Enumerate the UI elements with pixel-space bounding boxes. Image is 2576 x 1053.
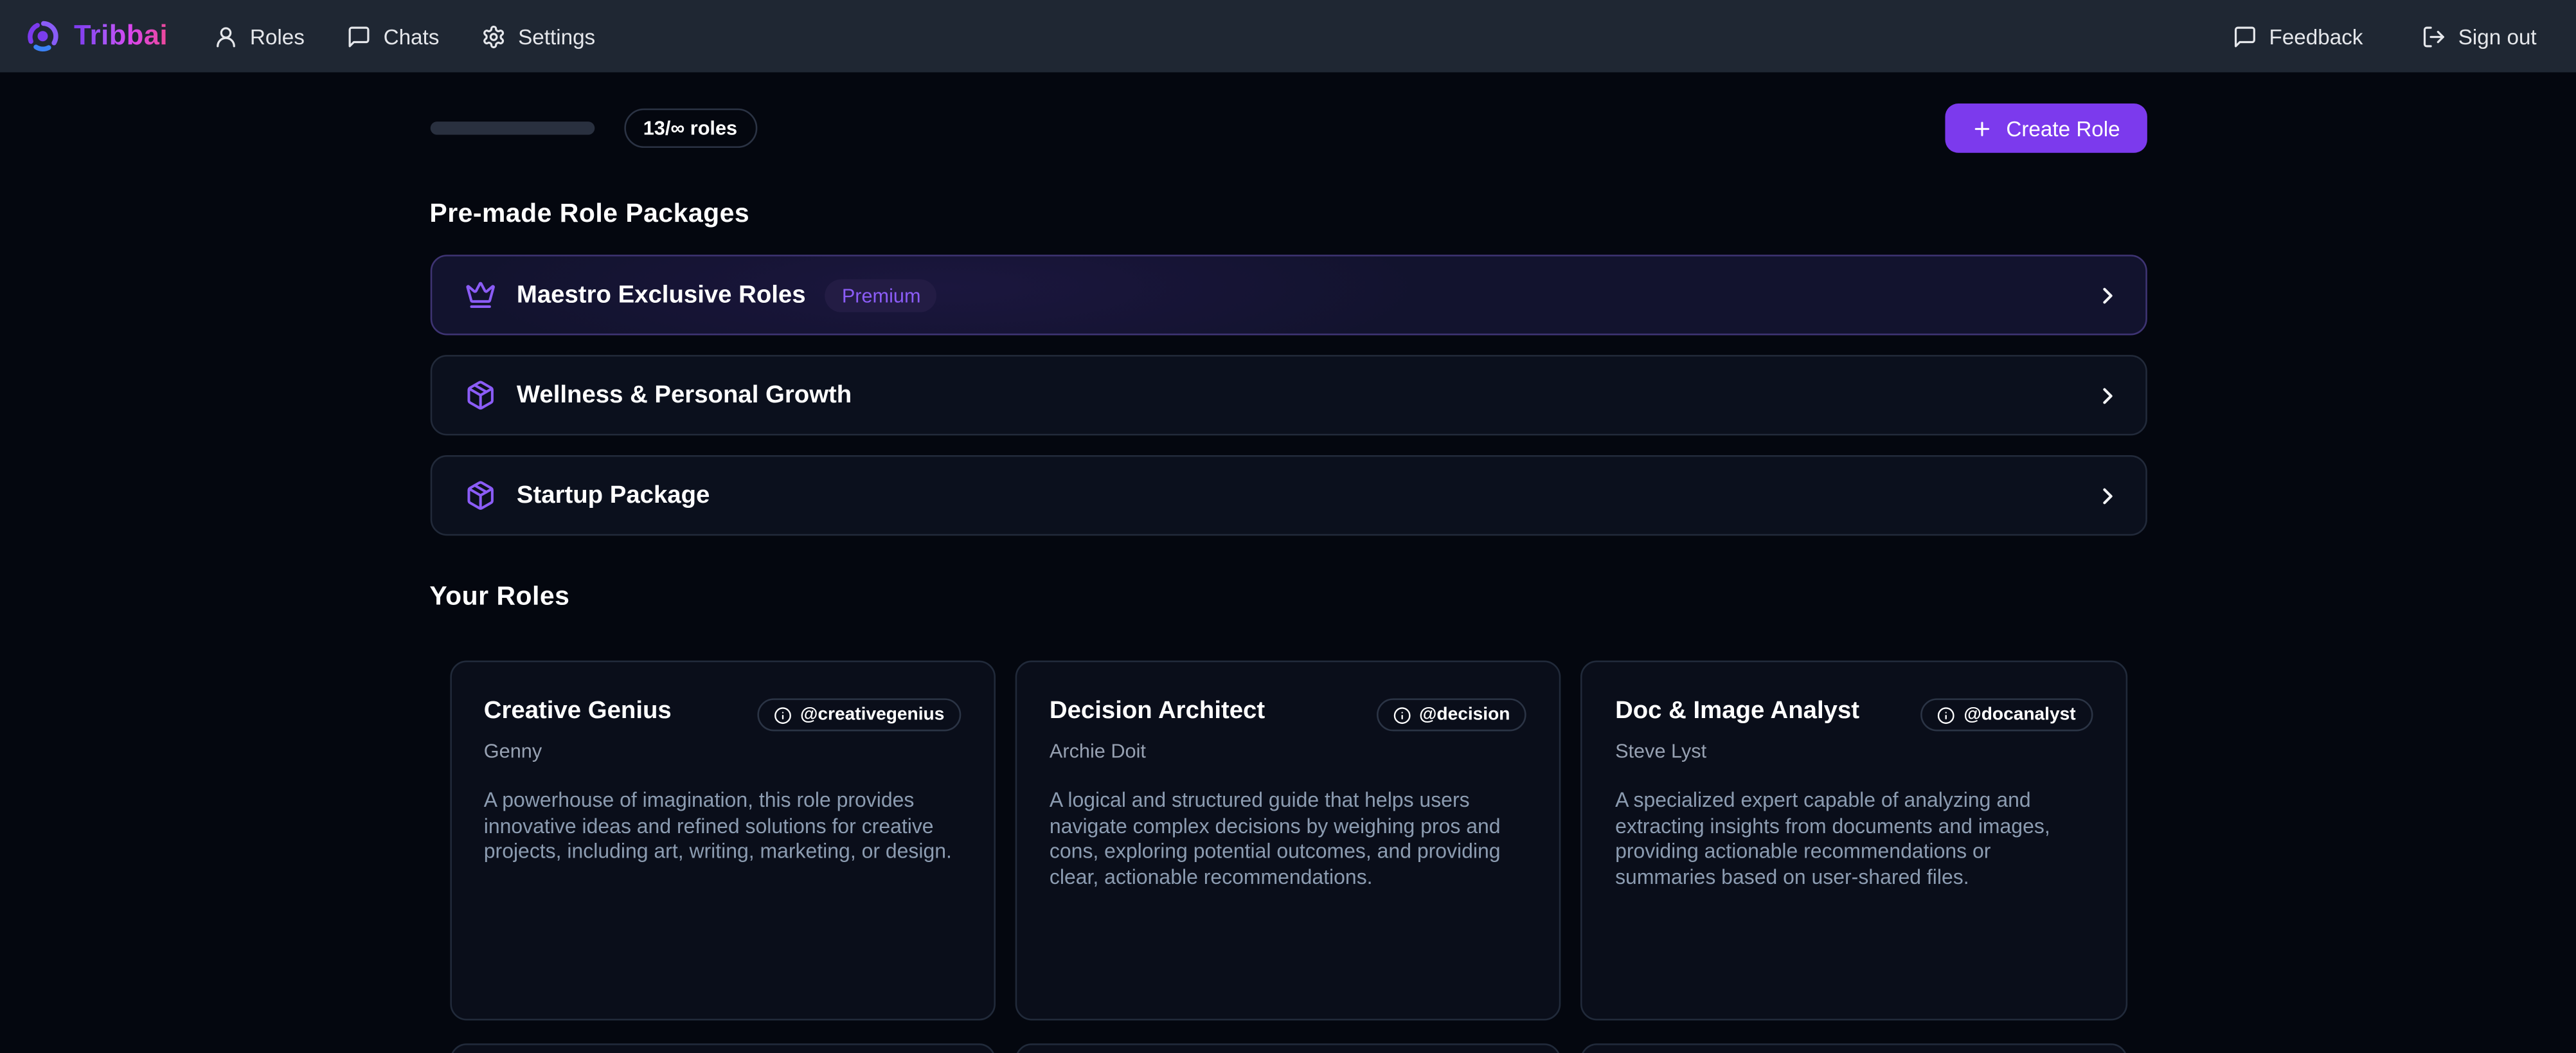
card-head: Creative Genius @creativegenius — [484, 697, 961, 732]
role-handle: @creativegenius — [800, 705, 944, 725]
main-content: 13/∞ roles Create Role Pre-made Role Pac… — [429, 104, 2146, 1053]
package-name: Maestro Exclusive Roles — [517, 281, 806, 309]
main-nav: Roles Chats Settings — [214, 24, 596, 48]
role-card-description: A specialized expert capable of analyzin… — [1615, 789, 2092, 891]
role-card-stub[interactable] — [449, 1043, 995, 1053]
nav-item-label: Settings — [518, 24, 595, 48]
chat-icon — [347, 24, 371, 48]
role-card-stub[interactable] — [1580, 1043, 2127, 1053]
chevron-right-icon — [2094, 382, 2120, 408]
package-row-maestro[interactable]: Maestro Exclusive Roles Premium — [429, 255, 2146, 335]
package-row-wellness[interactable]: Wellness & Personal Growth — [429, 355, 2146, 435]
roles-toolbar: 13/∞ roles Create Role — [429, 104, 2146, 153]
package-icon — [464, 480, 496, 511]
top-nav-bar: Tribbai Roles Chats Settings — [0, 0, 2576, 72]
role-card-decision-architect[interactable]: Decision Architect @decision Archie Doit… — [1015, 661, 1561, 1021]
brand-logo[interactable]: Tribbai — [24, 18, 168, 54]
premium-badge: Premium — [825, 278, 937, 311]
nav-item-roles[interactable]: Roles — [214, 24, 305, 48]
role-handle-badge[interactable]: @docanalyst — [1921, 698, 2092, 731]
feedback-button[interactable]: Feedback — [2233, 24, 2363, 48]
info-icon — [1393, 706, 1411, 724]
role-card-subtitle: Genny — [484, 739, 961, 762]
role-card-doc-image-analyst[interactable]: Doc & Image Analyst @docanalyst Steve Ly… — [1580, 661, 2127, 1021]
nav-item-label: Chats — [384, 24, 440, 48]
roles-count-badge: 13/∞ roles — [623, 109, 757, 148]
role-handle: @docanalyst — [1963, 705, 2075, 725]
info-icon — [774, 706, 792, 724]
package-list: Maestro Exclusive Roles Premium Wellness… — [429, 255, 2146, 536]
plus-icon — [1972, 118, 1993, 139]
sign-out-button[interactable]: Sign out — [2422, 24, 2536, 48]
role-card-stub[interactable] — [1015, 1043, 1561, 1053]
role-card-title: Doc & Image Analyst — [1615, 697, 1859, 724]
package-name: Startup Package — [517, 482, 710, 509]
role-cards-grid: Creative Genius @creativegenius Genny A … — [429, 661, 2146, 1053]
role-card-subtitle: Archie Doit — [1050, 739, 1526, 762]
chat-icon — [2233, 24, 2257, 48]
role-card-description: A logical and structured guide that help… — [1050, 789, 1526, 891]
nav-item-settings[interactable]: Settings — [482, 24, 595, 48]
brand-name: Tribbai — [74, 20, 168, 53]
role-card-title: Decision Architect — [1050, 697, 1265, 724]
chevron-right-icon — [2094, 282, 2120, 308]
roles-progress-bar — [429, 122, 594, 134]
nav-item-chats[interactable]: Chats — [347, 24, 439, 48]
roles-section-title: Your Roles — [429, 583, 2146, 613]
gear-icon — [482, 24, 506, 48]
sign-out-label: Sign out — [2458, 24, 2537, 48]
role-card-creative-genius[interactable]: Creative Genius @creativegenius Genny A … — [449, 661, 995, 1021]
signout-icon — [2422, 24, 2446, 48]
role-card-title: Creative Genius — [484, 697, 672, 724]
role-handle: @decision — [1419, 705, 1510, 725]
header-actions: Feedback Sign out — [2233, 24, 2536, 48]
role-card-subtitle: Steve Lyst — [1615, 739, 2092, 762]
user-icon — [214, 24, 238, 48]
package-icon — [464, 379, 496, 411]
chevron-right-icon — [2094, 482, 2120, 509]
create-role-button[interactable]: Create Role — [1945, 104, 2147, 153]
packages-section-title: Pre-made Role Packages — [429, 201, 2146, 230]
package-row-startup[interactable]: Startup Package — [429, 455, 2146, 536]
role-handle-badge[interactable]: @decision — [1377, 698, 1527, 731]
package-name: Wellness & Personal Growth — [517, 381, 852, 409]
role-handle-badge[interactable]: @creativegenius — [758, 698, 961, 731]
nav-item-label: Roles — [250, 24, 305, 48]
card-head: Decision Architect @decision — [1050, 697, 1526, 732]
create-role-label: Create Role — [2006, 116, 2120, 140]
tribbai-logo-icon — [24, 18, 60, 54]
card-head: Doc & Image Analyst @docanalyst — [1615, 697, 2092, 732]
role-card-description: A powerhouse of imagination, this role p… — [484, 789, 961, 866]
crown-icon — [464, 280, 496, 311]
feedback-label: Feedback — [2269, 24, 2363, 48]
info-icon — [1937, 706, 1955, 724]
app-root: Tribbai Roles Chats Settings — [0, 0, 2576, 1053]
